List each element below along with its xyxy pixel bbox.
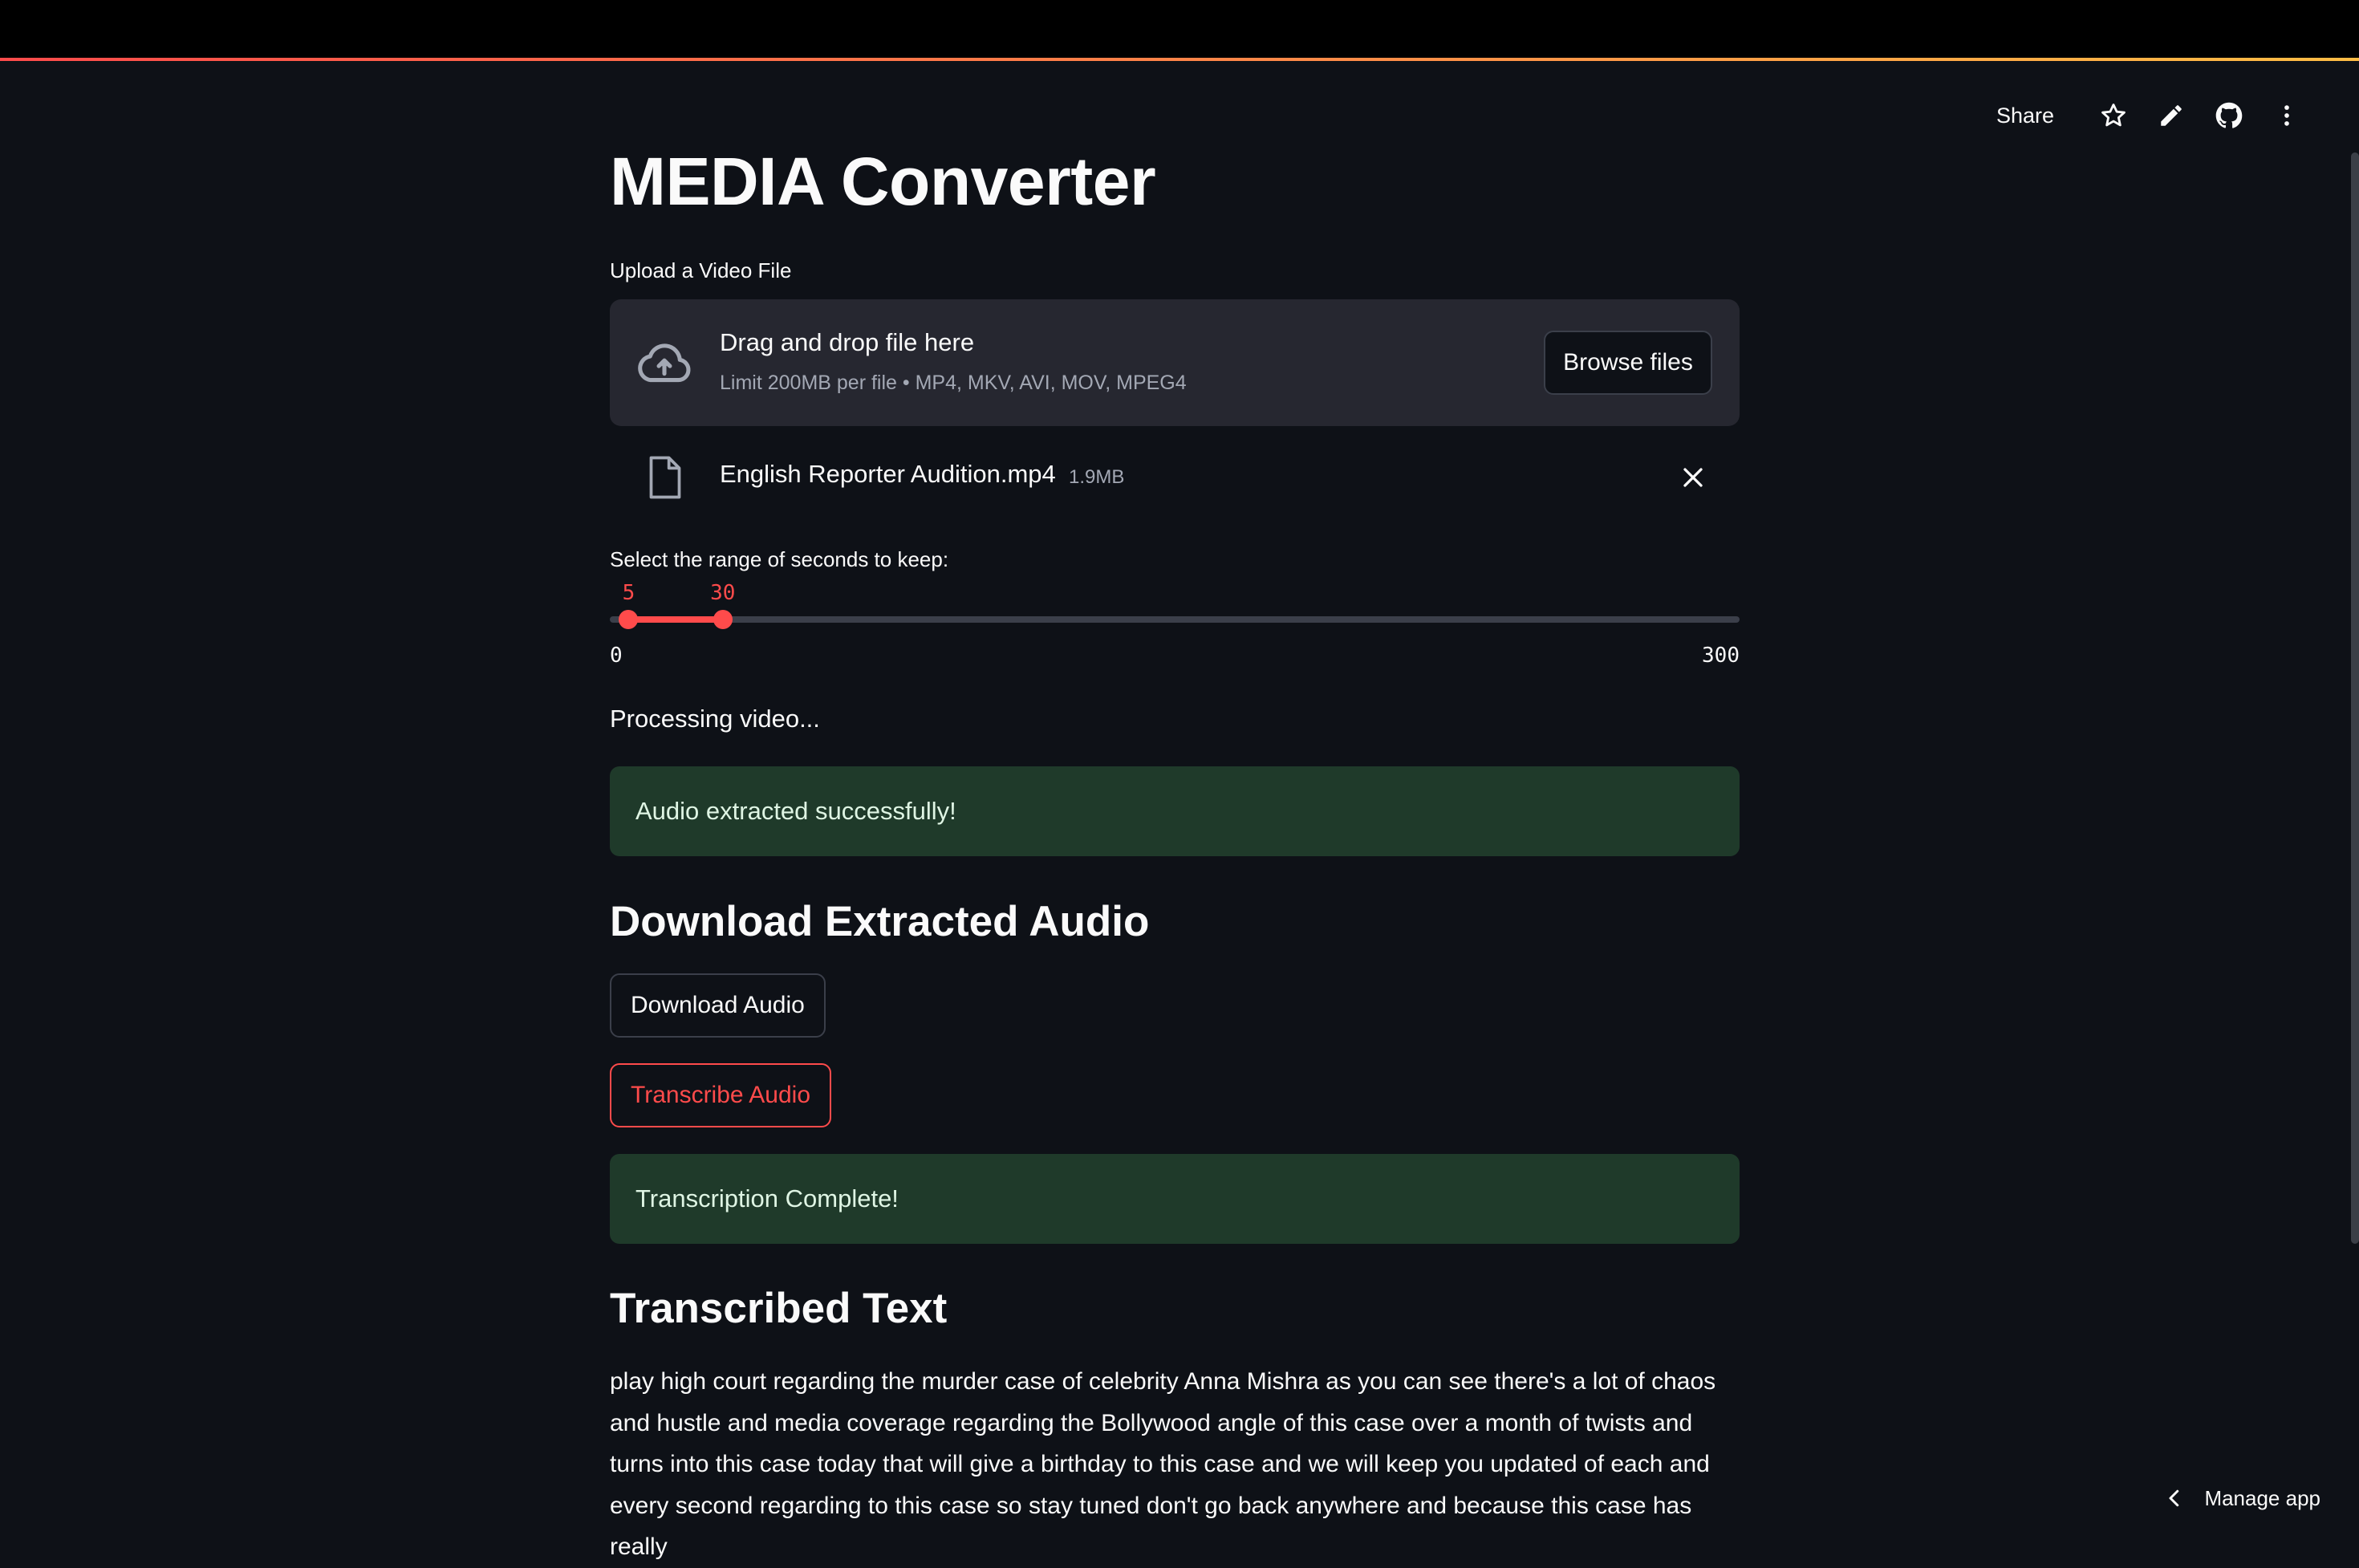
manage-app-label: Manage app [2204,1486,2320,1511]
slider-low-value: 5 [623,581,635,605]
cloud-upload-icon [634,333,695,394]
file-dropzone[interactable]: Drag and drop file here Limit 200MB per … [610,299,1740,426]
transcription-success-alert: Transcription Complete! [610,1154,1740,1244]
file-name: English Reporter Audition.mp4 [720,460,1056,489]
header-decoration-bar [0,58,2359,61]
uploaded-file-item: English Reporter Audition.mp4 1.9MB [610,445,1740,510]
transcript-line: turns into this case today that will giv… [610,1444,1740,1485]
star-icon[interactable] [2085,95,2142,136]
slider-track[interactable] [610,616,1740,623]
chevron-left-icon [2162,1486,2186,1510]
processing-status: Processing video... [610,705,820,733]
slider-selected-range [628,616,722,623]
slider-thumb-high[interactable] [713,610,733,629]
range-slider[interactable]: 5 30 0 300 [610,581,1740,669]
pencil-icon[interactable] [2142,95,2200,136]
page-title: MEDIA Converter [610,143,1155,221]
transcribed-text-heading: Transcribed Text [610,1284,947,1333]
github-icon[interactable] [2200,95,2258,136]
dropzone-hint: Limit 200MB per file • MP4, MKV, AVI, MO… [720,372,1187,395]
range-slider-label: Select the range of seconds to keep: [610,547,948,572]
share-button[interactable]: Share [1987,97,2064,135]
close-icon[interactable] [1677,461,1709,494]
download-section-heading: Download Extracted Audio [610,897,1149,946]
app-toolbar: Share [1987,95,2316,136]
page-scrollbar[interactable] [2351,152,2359,1244]
slider-high-value: 30 [710,581,735,605]
download-audio-button[interactable]: Download Audio [610,973,826,1038]
upload-label: Upload a Video File [610,258,791,283]
transcript-line: play high court regarding the murder cas… [610,1361,1740,1403]
transcribed-text: play high court regarding the murder cas… [610,1361,1740,1568]
file-icon [645,455,685,500]
audio-success-alert: Audio extracted successfully! [610,766,1740,856]
transcribe-audio-button[interactable]: Transcribe Audio [610,1063,831,1127]
transcript-line: and hustle and media coverage regarding … [610,1403,1740,1444]
browser-top-bar [0,0,2359,59]
slider-max-label: 300 [1702,644,1740,668]
more-vertical-icon[interactable] [2258,95,2316,136]
browse-files-button[interactable]: Browse files [1544,331,1712,395]
slider-min-label: 0 [610,644,623,668]
manage-app-button[interactable]: Manage app [2162,1478,2320,1518]
transcript-line: every second regarding to this case so s… [610,1485,1740,1568]
dropzone-title: Drag and drop file here [720,328,974,357]
file-size: 1.9MB [1069,466,1124,489]
slider-thumb-low[interactable] [619,610,638,629]
